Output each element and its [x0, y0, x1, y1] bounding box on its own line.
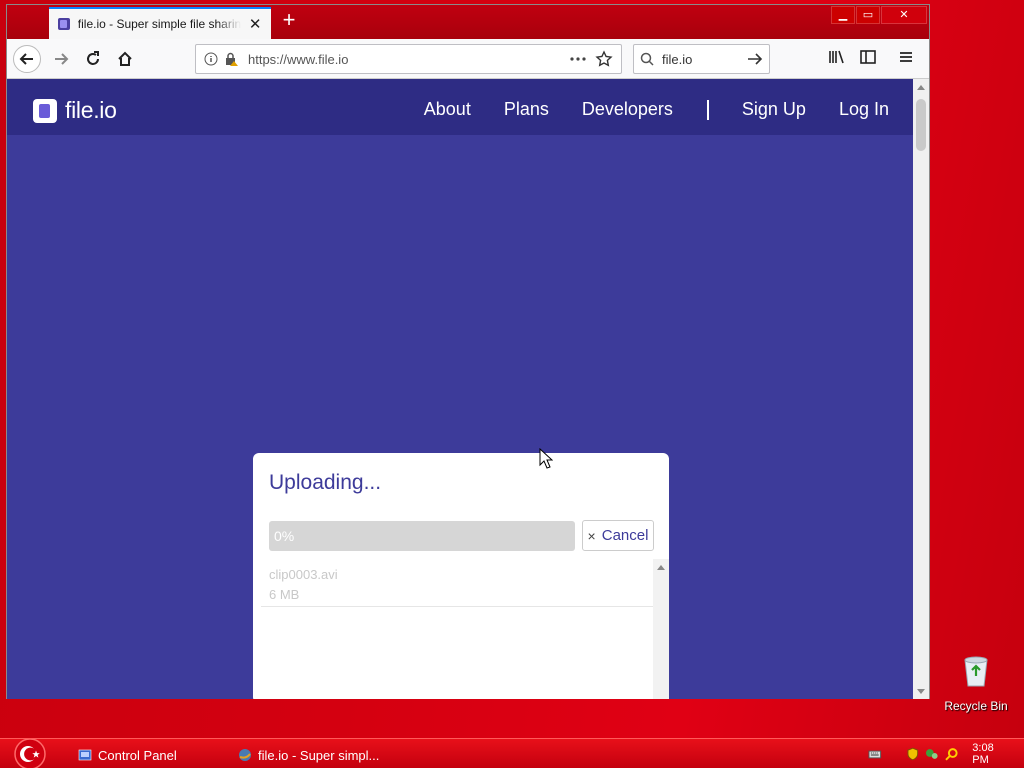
- library-icon[interactable]: [827, 48, 845, 66]
- taskbar-item-browser[interactable]: file.io - Super simpl...: [238, 743, 388, 767]
- taskbar-item-label: file.io - Super simpl...: [258, 747, 380, 763]
- search-input[interactable]: file.io: [662, 52, 747, 67]
- back-arrow-icon: [19, 53, 33, 65]
- nav-plans-link[interactable]: Plans: [504, 99, 549, 120]
- upload-file-list: clip0003.avi 6 MB: [261, 559, 653, 699]
- scroll-up-arrow-icon[interactable]: [917, 85, 925, 90]
- nav-signup-link[interactable]: Sign Up: [742, 99, 806, 120]
- upload-modal: Uploading... 0% × Cancel clip0003.avi 6 …: [253, 453, 669, 699]
- page-viewport: file.io About Plans Developers Sign Up L…: [7, 79, 913, 699]
- scroll-up-icon[interactable]: [657, 565, 665, 570]
- url-text: https://www.file.io: [248, 51, 349, 67]
- title-bar: file.io - Super simple file sharing ✕ + …: [7, 5, 929, 39]
- taskbar: Control Panel file.io - Super simpl... 3…: [0, 738, 1024, 768]
- browser-window: file.io - Super simple file sharing ✕ + …: [6, 4, 930, 699]
- maximize-button[interactable]: ▭: [856, 6, 880, 24]
- minimize-button[interactable]: ▁: [831, 6, 855, 24]
- forward-button[interactable]: [47, 45, 75, 73]
- home-button[interactable]: [111, 45, 139, 73]
- list-item: clip0003.avi 6 MB: [261, 559, 653, 607]
- file-name: clip0003.avi: [269, 567, 338, 582]
- tab-fileio[interactable]: file.io - Super simple file sharing ✕: [49, 7, 271, 39]
- search-bar[interactable]: file.io: [633, 44, 770, 74]
- recycle-bin-icon: [964, 656, 988, 687]
- browser-app-icon: [239, 749, 251, 761]
- cancel-x-icon: ×: [587, 527, 596, 544]
- nav-separator: [706, 99, 709, 120]
- logo-text: file.io: [65, 97, 117, 123]
- network-icon[interactable]: [925, 747, 939, 761]
- mouse-cursor-icon: [539, 448, 553, 469]
- search-tray-icon[interactable]: [944, 747, 959, 761]
- upload-progress-bar: 0%: [269, 521, 575, 551]
- scrollbar-thumb[interactable]: [916, 99, 926, 151]
- window-controls: ▁ ▭ ✕: [831, 6, 927, 24]
- info-icon[interactable]: [204, 52, 218, 66]
- cancel-label: Cancel: [601, 527, 649, 544]
- search-icon: [640, 52, 654, 66]
- recycle-bin-label: Recycle Bin: [944, 699, 1008, 713]
- lock-warning-icon[interactable]: [224, 52, 238, 66]
- site-header: file.io About Plans Developers Sign Up L…: [7, 79, 913, 135]
- scroll-down-arrow-icon[interactable]: [917, 689, 925, 694]
- close-window-button[interactable]: ✕: [881, 6, 927, 24]
- upload-title: Uploading...: [269, 471, 382, 494]
- home-icon: [118, 51, 132, 66]
- taskbar-item-label: Control Panel: [98, 747, 177, 763]
- tab-title: file.io - Super simple file sharing: [77, 17, 242, 31]
- site-nav: About Plans Developers Sign Up Log In: [391, 99, 889, 120]
- start-button[interactable]: [10, 739, 50, 768]
- nav-about-link[interactable]: About: [424, 99, 471, 120]
- new-tab-button[interactable]: +: [279, 9, 299, 31]
- taskbar-item-control-panel[interactable]: Control Panel: [78, 743, 218, 767]
- reload-icon: [87, 51, 99, 65]
- toolbar-icons: [827, 48, 915, 66]
- clock: 3:08 PM: [972, 742, 994, 766]
- site-logo[interactable]: file.io: [33, 97, 117, 124]
- keyboard-icon[interactable]: [868, 747, 882, 761]
- navigation-toolbar: https://www.file.io file.io: [7, 39, 929, 79]
- url-bar[interactable]: https://www.file.io: [195, 44, 622, 74]
- page-scrollbar[interactable]: [913, 79, 929, 699]
- security-shield-icon[interactable]: [906, 747, 920, 761]
- back-button[interactable]: [13, 45, 41, 73]
- upload-progress-label: 0%: [274, 528, 295, 544]
- cancel-upload-button[interactable]: × Cancel: [582, 520, 654, 551]
- page-actions-icon[interactable]: [569, 52, 587, 66]
- forward-arrow-icon: [55, 53, 69, 65]
- recycle-bin[interactable]: Recycle Bin: [938, 654, 1014, 713]
- system-tray: 3:08 PM: [868, 739, 1024, 768]
- tab-close-icon[interactable]: ✕: [247, 15, 263, 33]
- file-list-scrollbar[interactable]: [653, 559, 669, 699]
- fileio-logo-icon: [33, 98, 57, 123]
- sidebar-icon[interactable]: [859, 48, 877, 66]
- reload-button[interactable]: [79, 45, 107, 73]
- control-panel-icon: [78, 749, 92, 761]
- nav-login-link[interactable]: Log In: [839, 99, 889, 120]
- fileio-favicon-icon: [57, 17, 71, 31]
- search-go-icon[interactable]: [747, 52, 763, 66]
- nav-developers-link[interactable]: Developers: [582, 99, 673, 120]
- menu-icon[interactable]: [897, 48, 915, 66]
- file-size: 6 MB: [269, 587, 300, 602]
- bookmark-star-icon[interactable]: [595, 50, 613, 68]
